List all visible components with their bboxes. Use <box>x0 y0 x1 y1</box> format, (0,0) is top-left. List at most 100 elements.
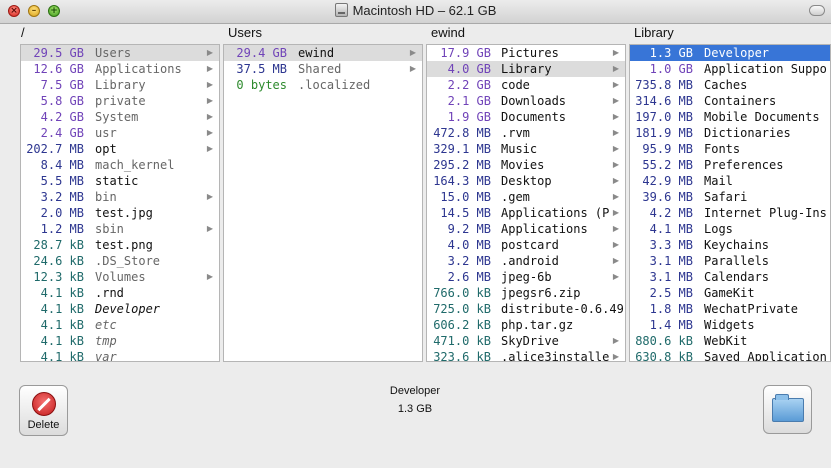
list-item[interactable]: 472.8 MB .rvm ▶ <box>427 125 625 141</box>
list-item[interactable]: 12.3 kB Volumes ▶ <box>21 269 219 285</box>
item-name: Caches <box>704 78 748 92</box>
list-item[interactable]: 4.0 GB Library ▶ <box>427 61 625 77</box>
app-window: × – + Macintosh HD – 62.1 GB / Users ewi… <box>0 0 831 468</box>
list-item[interactable]: 471.0 kB SkyDrive ▶ <box>427 333 625 349</box>
list-item[interactable]: 1.9 GB Documents ▶ <box>427 109 625 125</box>
list-item[interactable]: 725.0 kB distribute-0.6.49.tar. <box>427 301 625 317</box>
list-item[interactable]: 4.1 kB tmp <box>21 333 219 349</box>
list-item[interactable]: 323.6 kB .alice3installer ▶ <box>427 349 625 362</box>
toolbar-toggle-button[interactable] <box>809 5 825 16</box>
list-item[interactable]: 2.2 GB code ▶ <box>427 77 625 93</box>
list-item[interactable]: 1.3 GB Developer <box>630 45 830 61</box>
list-item[interactable]: 630.8 kB Saved Application <box>630 349 830 361</box>
list-item[interactable]: 606.2 kB php.tar.gz <box>427 317 625 333</box>
list-item[interactable]: 9.2 MB Applications ▶ <box>427 221 625 237</box>
item-name: etc <box>95 318 117 332</box>
list-item[interactable]: 8.4 MB mach_kernel <box>21 157 219 173</box>
list-item[interactable]: 2.1 GB Downloads ▶ <box>427 93 625 109</box>
list-item[interactable]: 5.8 GB private ▶ <box>21 93 219 109</box>
item-size: 3.1 MB <box>649 254 693 268</box>
disclosure-arrow-icon: ▶ <box>206 112 213 121</box>
list-item[interactable]: 17.9 GB Pictures ▶ <box>427 45 625 61</box>
column-users[interactable]: 29.4 GB ewind ▶ 37.5 MB Shared ▶ 0 bytes .local… <box>223 44 423 362</box>
item-name: opt <box>95 142 117 156</box>
disclosure-arrow-icon: ▶ <box>612 144 619 153</box>
list-item[interactable]: 4.2 GB System ▶ <box>21 109 219 125</box>
list-item[interactable]: 3.1 MB Parallels <box>630 253 830 269</box>
list-item[interactable]: 7.5 GB Library ▶ <box>21 77 219 93</box>
list-item[interactable]: 735.8 MB Caches <box>630 77 830 93</box>
list-item[interactable]: 42.9 MB Mail <box>630 173 830 189</box>
list-item[interactable]: 29.4 GB ewind ▶ <box>224 45 422 61</box>
list-item[interactable]: 766.0 kB jpegsr6.zip <box>427 285 625 301</box>
list-item[interactable]: 2.4 GB usr ▶ <box>21 125 219 141</box>
list-item[interactable]: 3.1 MB Calendars <box>630 269 830 285</box>
item-name: Library <box>501 62 552 76</box>
column-root[interactable]: 29.5 GB Users ▶ 12.6 GB Applications ▶ 7.5 GB L… <box>20 44 220 362</box>
item-size: 3.3 MB <box>649 238 693 252</box>
column-library[interactable]: 1.3 GB Developer 1.0 GB Application Suppo 73… <box>629 44 831 362</box>
item-size: 323.6 kB <box>433 350 491 362</box>
item-name: Movies <box>501 158 545 172</box>
list-item[interactable]: 2.5 MB GameKit <box>630 285 830 301</box>
list-item[interactable]: 4.1 kB Developer <box>21 301 219 317</box>
item-size: 4.1 kB <box>40 286 84 300</box>
list-item[interactable]: 4.1 kB var <box>21 349 219 361</box>
list-item[interactable]: 4.1 kB .rnd <box>21 285 219 301</box>
list-item[interactable]: 14.5 MB Applications (Parall▶ <box>427 205 625 221</box>
list-item[interactable]: 3.3 MB Keychains <box>630 237 830 253</box>
list-item[interactable]: 95.9 MB Fonts <box>630 141 830 157</box>
list-item[interactable]: 28.7 kB test.png <box>21 237 219 253</box>
list-item[interactable]: 329.1 MB Music ▶ <box>427 141 625 157</box>
list-item[interactable]: 12.6 GB Applications ▶ <box>21 61 219 77</box>
list-item[interactable]: 4.1 MB Logs <box>630 221 830 237</box>
item-size: 17.9 GB <box>440 46 491 60</box>
list-item[interactable]: 314.6 MB Containers <box>630 93 830 109</box>
disclosure-arrow-icon: ▶ <box>612 224 619 233</box>
list-item[interactable]: 4.2 MB Internet Plug-Ins <box>630 205 830 221</box>
list-item[interactable]: 55.2 MB Preferences <box>630 157 830 173</box>
item-name: .alice3installer <box>501 350 609 362</box>
list-item[interactable]: 24.6 kB .DS_Store <box>21 253 219 269</box>
item-size: 1.2 MB <box>40 222 84 236</box>
list-item[interactable]: 39.6 MB Safari <box>630 189 830 205</box>
list-item[interactable]: 2.0 MB test.jpg <box>21 205 219 221</box>
list-item[interactable]: 1.0 GB Application Suppo <box>630 61 830 77</box>
list-item[interactable]: 181.9 MB Dictionaries <box>630 125 830 141</box>
list-item[interactable]: 1.2 MB sbin ▶ <box>21 221 219 237</box>
list-item[interactable]: 37.5 MB Shared ▶ <box>224 61 422 77</box>
item-size: 1.0 GB <box>649 62 693 76</box>
list-item[interactable]: 3.2 MB bin ▶ <box>21 189 219 205</box>
item-size: 3.2 MB <box>447 254 491 268</box>
delete-button[interactable]: Delete <box>19 385 68 436</box>
disclosure-arrow-icon: ▶ <box>206 80 213 89</box>
item-size: 95.9 MB <box>642 142 693 156</box>
list-item[interactable]: 1.8 MB WechatPrivate <box>630 301 830 317</box>
list-item[interactable]: 4.0 MB postcard ▶ <box>427 237 625 253</box>
list-item[interactable]: 3.2 MB .android ▶ <box>427 253 625 269</box>
disclosure-arrow-icon: ▶ <box>612 80 619 89</box>
list-item[interactable]: 1.4 MB Widgets <box>630 317 830 333</box>
list-item[interactable]: 29.5 GB Users ▶ <box>21 45 219 61</box>
disclosure-arrow-icon: ▶ <box>612 48 619 57</box>
list-item[interactable]: 880.6 kB WebKit <box>630 333 830 349</box>
list-item[interactable]: 164.3 MB Desktop ▶ <box>427 173 625 189</box>
list-item[interactable]: 0 bytes .localized <box>224 77 422 93</box>
list-item[interactable]: 4.1 kB etc <box>21 317 219 333</box>
column-ewind[interactable]: 17.9 GB Pictures ▶ 4.0 GB Library ▶ 2.2 GB code… <box>426 44 626 362</box>
item-size: 164.3 MB <box>433 174 491 188</box>
list-item[interactable]: 15.0 MB .gem ▶ <box>427 189 625 205</box>
list-item[interactable]: 2.6 MB jpeg-6b ▶ <box>427 269 625 285</box>
item-size: 2.2 GB <box>447 78 491 92</box>
item-name: Music <box>501 142 538 156</box>
item-size: 4.0 MB <box>447 238 491 252</box>
item-size: 7.5 GB <box>40 78 84 92</box>
delete-label: Delete <box>27 419 60 431</box>
item-name: Logs <box>704 222 733 236</box>
reveal-in-finder-button[interactable] <box>763 385 812 434</box>
list-item[interactable]: 197.0 MB Mobile Documents <box>630 109 830 125</box>
list-item[interactable]: 202.7 MB opt ▶ <box>21 141 219 157</box>
list-item[interactable]: 295.2 MB Movies ▶ <box>427 157 625 173</box>
list-item[interactable]: 5.5 MB static <box>21 173 219 189</box>
item-name: WechatPrivate <box>704 302 798 316</box>
